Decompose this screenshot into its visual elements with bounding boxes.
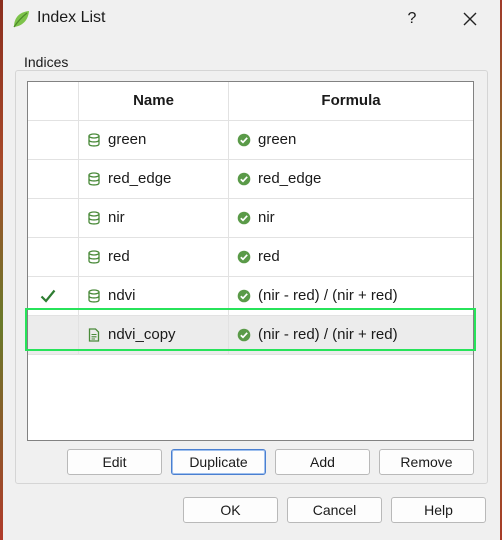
table-row[interactable]: red red xyxy=(28,238,473,277)
formula-cell[interactable]: green xyxy=(229,121,473,159)
row-name: red xyxy=(108,248,130,265)
row-formula: nir xyxy=(258,209,275,226)
database-icon xyxy=(88,211,100,225)
name-cell[interactable]: red_edge xyxy=(79,160,229,198)
window-edge-left xyxy=(0,0,3,540)
valid-check-icon xyxy=(237,250,251,264)
valid-check-icon xyxy=(237,133,251,147)
active-cell[interactable] xyxy=(28,199,79,237)
help-button[interactable]: Help xyxy=(391,497,486,523)
close-icon[interactable] xyxy=(458,6,482,32)
header-formula[interactable]: Formula xyxy=(229,82,473,120)
formula-cell[interactable]: red_edge xyxy=(229,160,473,198)
database-icon xyxy=(88,250,100,264)
valid-check-icon xyxy=(237,172,251,186)
duplicate-button[interactable]: Duplicate xyxy=(171,449,266,475)
add-button[interactable]: Add xyxy=(275,449,370,475)
row-formula: red_edge xyxy=(258,170,322,187)
indices-group-label: Indices xyxy=(24,54,69,70)
ok-button[interactable]: OK xyxy=(183,497,278,523)
valid-check-icon xyxy=(237,211,251,225)
valid-check-icon xyxy=(237,289,251,303)
table-row[interactable]: nir nir xyxy=(28,199,473,238)
row-name: red_edge xyxy=(108,170,172,187)
database-icon xyxy=(88,289,100,303)
row-name: green xyxy=(108,131,147,148)
name-cell[interactable]: red xyxy=(79,238,229,276)
name-cell[interactable]: green xyxy=(79,121,229,159)
row-formula: red xyxy=(258,248,280,265)
database-icon xyxy=(88,172,100,186)
row-name: nir xyxy=(108,209,125,226)
indices-table[interactable]: Name Formula green green red_edge red_edgen… xyxy=(27,81,474,441)
active-check-icon xyxy=(40,289,56,303)
active-cell[interactable] xyxy=(28,238,79,276)
title-bar: Index List ? xyxy=(0,0,502,38)
row-formula: green xyxy=(258,131,297,148)
remove-button[interactable]: Remove xyxy=(379,449,474,475)
header-name[interactable]: Name xyxy=(79,82,229,120)
formula-cell[interactable]: red xyxy=(229,238,473,276)
database-icon xyxy=(88,133,100,147)
selection-highlight xyxy=(25,308,476,351)
header-active xyxy=(28,82,79,120)
edit-button[interactable]: Edit xyxy=(67,449,162,475)
cancel-button[interactable]: Cancel xyxy=(287,497,382,523)
active-cell[interactable] xyxy=(28,160,79,198)
active-cell[interactable] xyxy=(28,121,79,159)
table-row[interactable]: red_edge red_edge xyxy=(28,160,473,199)
table-row[interactable]: green green xyxy=(28,121,473,160)
table-header: Name Formula xyxy=(28,82,473,121)
formula-cell[interactable]: nir xyxy=(229,199,473,237)
help-question-button[interactable]: ? xyxy=(400,6,424,32)
window-title: Index List xyxy=(37,9,106,26)
name-cell[interactable]: nir xyxy=(79,199,229,237)
leaf-app-icon xyxy=(13,11,29,28)
